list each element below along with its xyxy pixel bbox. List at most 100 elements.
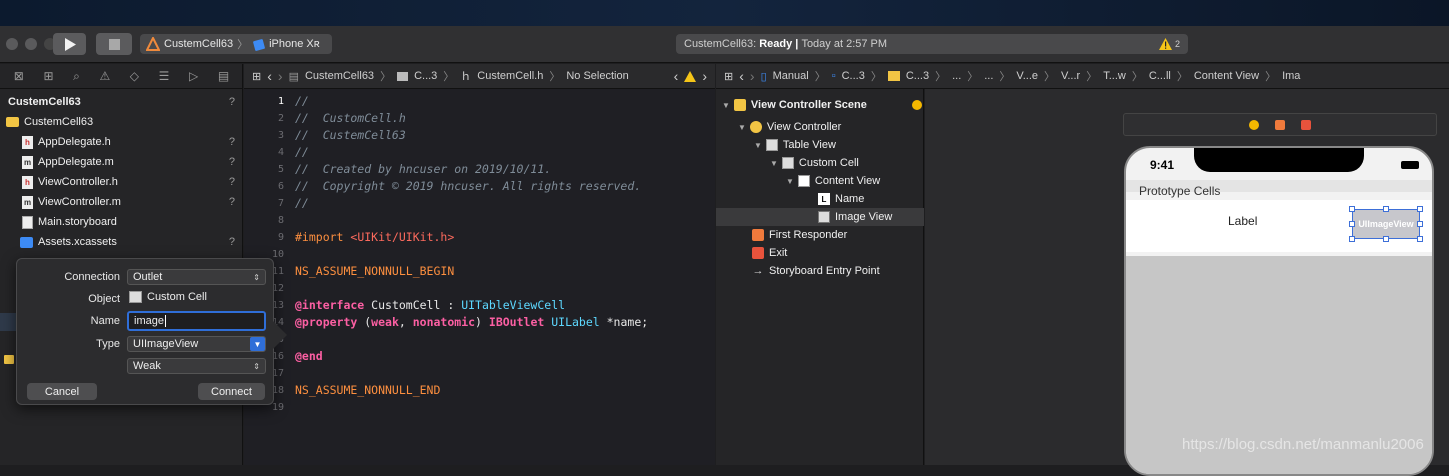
resize-handle[interactable] bbox=[1349, 236, 1355, 242]
jump-item[interactable]: V...r bbox=[1061, 70, 1080, 82]
navigator-file-row[interactable]: m ViewController.m ? bbox=[0, 192, 243, 212]
storage-select[interactable]: Weak ⇕ bbox=[127, 358, 266, 374]
resize-handle[interactable] bbox=[1349, 206, 1355, 212]
code-line[interactable]: // bbox=[295, 94, 309, 108]
close-window-button[interactable] bbox=[6, 38, 18, 50]
exit-dock-icon[interactable] bbox=[1301, 119, 1311, 130]
scheme-selector[interactable]: CustemCell63 〉 iPhone Xʀ bbox=[140, 34, 332, 54]
name-label[interactable]: Label bbox=[1228, 214, 1257, 228]
stop-button[interactable] bbox=[96, 33, 132, 55]
outline-scene-row[interactable]: ▼ View Controller Scene bbox=[722, 96, 922, 114]
keyword-token: @interface bbox=[295, 298, 365, 312]
jump-item[interactable]: ... bbox=[952, 70, 961, 82]
code-line[interactable]: // CustemCell63 bbox=[295, 128, 406, 142]
jump-item[interactable]: Content View bbox=[1194, 70, 1259, 82]
code-line[interactable]: // bbox=[295, 145, 309, 159]
jump-item[interactable]: Manual bbox=[773, 70, 809, 82]
outline-item[interactable]: ▼ Content View bbox=[786, 172, 880, 190]
breakpoint-icon[interactable]: ▷ bbox=[189, 69, 198, 83]
resize-handle[interactable] bbox=[1417, 221, 1423, 227]
related-items-icon[interactable]: ⊞ bbox=[724, 70, 733, 83]
run-button[interactable] bbox=[53, 33, 86, 55]
jump-item[interactable]: ... bbox=[984, 70, 993, 82]
code-line[interactable]: // CustomCell.h bbox=[295, 111, 406, 125]
outline-item[interactable]: Exit bbox=[752, 244, 787, 262]
line-number: 10 bbox=[271, 249, 284, 260]
navigator-file-row[interactable]: h ViewController.h ? bbox=[0, 172, 243, 192]
type-combobox[interactable]: UIImageView ▼ bbox=[127, 336, 266, 352]
name-input-value: image bbox=[134, 315, 164, 327]
jump-item[interactable]: No Selection bbox=[566, 70, 628, 82]
navigator-file-row[interactable]: m AppDelegate.m ? bbox=[0, 152, 243, 172]
resize-handle[interactable] bbox=[1417, 236, 1423, 242]
updown-arrows-icon: ⇕ bbox=[253, 361, 260, 371]
report-icon[interactable]: ▤ bbox=[218, 69, 229, 83]
forward-button[interactable]: › bbox=[750, 68, 755, 84]
code-line[interactable]: // bbox=[295, 196, 309, 210]
source-control-icon[interactable]: ⊞ bbox=[43, 69, 53, 83]
outline-item[interactable]: → Storyboard Entry Point bbox=[752, 262, 880, 280]
outline-item[interactable]: ▼ View Controller bbox=[738, 118, 841, 136]
image-view[interactable]: UIImageView bbox=[1352, 209, 1420, 239]
jump-item[interactable]: C...3 bbox=[414, 70, 437, 82]
minimize-window-button[interactable] bbox=[25, 38, 37, 50]
outline-item-selected[interactable]: Image View bbox=[818, 208, 892, 226]
folder-icon[interactable]: ⊠ bbox=[14, 69, 24, 83]
outline-item[interactable]: ▼ Table View bbox=[754, 136, 836, 154]
jump-item[interactable]: CustemCell63 bbox=[305, 70, 374, 82]
code-line[interactable]: // Copyright © 2019 hncuser. All rights … bbox=[295, 179, 641, 193]
navigator-file-row[interactable]: Main.storyboard bbox=[0, 212, 243, 232]
navigator-project-row[interactable]: CustemCell63 ? bbox=[0, 92, 243, 112]
resize-handle[interactable] bbox=[1383, 236, 1389, 242]
outline-item[interactable]: ▼ Custom Cell bbox=[770, 154, 859, 172]
next-issue-button[interactable]: › bbox=[702, 68, 707, 84]
chevron-right-icon: 〉 bbox=[967, 71, 979, 83]
chevron-down-icon[interactable]: ▼ bbox=[250, 337, 265, 351]
first-responder-dock-icon[interactable] bbox=[1275, 119, 1285, 130]
code-line[interactable]: NS_ASSUME_NONNULL_BEGIN bbox=[295, 264, 454, 278]
code-line[interactable]: @property (weak, nonatomic) IBOutlet UIL… bbox=[295, 315, 648, 329]
image-view-label: UIImageView bbox=[1358, 219, 1414, 229]
code-line[interactable]: @end bbox=[295, 349, 323, 363]
connection-select[interactable]: Outlet ⇕ bbox=[127, 269, 266, 285]
navigator-file-row[interactable]: h AppDelegate.h ? bbox=[0, 132, 243, 152]
cancel-button[interactable]: Cancel bbox=[27, 383, 97, 400]
code-line[interactable]: @interface CustomCell : UITableViewCell bbox=[295, 298, 565, 312]
back-button[interactable]: ‹ bbox=[267, 68, 272, 84]
jump-item[interactable]: T...w bbox=[1103, 70, 1126, 82]
code-line[interactable]: #import <UIKit/UIKit.h> bbox=[295, 230, 454, 244]
previous-issue-button[interactable]: ‹ bbox=[674, 68, 679, 84]
jump-item[interactable]: C...ll bbox=[1149, 70, 1171, 82]
outline-item[interactable]: First Responder bbox=[752, 226, 847, 244]
test-diamond-icon[interactable]: ◇ bbox=[130, 69, 139, 83]
debug-icon[interactable]: ☰ bbox=[159, 69, 170, 83]
forward-button[interactable]: › bbox=[278, 68, 283, 84]
outline-item[interactable]: L Name bbox=[818, 190, 864, 208]
issue-warning-icon[interactable]: ⚠ bbox=[99, 69, 110, 83]
resize-handle[interactable] bbox=[1417, 206, 1423, 212]
code-line[interactable]: // Created by hncuser on 2019/10/11. bbox=[295, 162, 551, 176]
jump-item[interactable]: C...3 bbox=[906, 70, 929, 82]
warnings-indicator[interactable]: 2 bbox=[1158, 38, 1180, 50]
navigator-group-row[interactable]: CustemCell63 bbox=[0, 112, 243, 132]
code-line[interactable]: NS_ASSUME_NONNULL_END bbox=[295, 383, 440, 397]
jump-item[interactable]: CustemCell.h bbox=[477, 70, 543, 82]
back-button[interactable]: ‹ bbox=[739, 68, 744, 84]
search-icon[interactable]: ⌕ bbox=[73, 69, 80, 84]
arrow-right-icon: → bbox=[752, 265, 764, 277]
play-icon bbox=[64, 37, 76, 51]
status-badge: ? bbox=[228, 136, 235, 148]
resize-handle[interactable] bbox=[1349, 221, 1355, 227]
name-input[interactable]: image bbox=[127, 311, 266, 331]
storage-value: Weak bbox=[133, 360, 161, 372]
jump-item[interactable]: Ima bbox=[1282, 70, 1300, 82]
navigator-file-row[interactable]: Assets.xcassets ? bbox=[0, 232, 243, 252]
navigator-file-label: Main.storyboard bbox=[38, 216, 117, 228]
jump-item[interactable]: C...3 bbox=[842, 70, 865, 82]
resize-handle[interactable] bbox=[1383, 206, 1389, 212]
connect-button[interactable]: Connect bbox=[198, 383, 265, 400]
disclosure-triangle-icon: ▼ bbox=[754, 140, 762, 150]
view-controller-dock-icon[interactable] bbox=[1249, 119, 1259, 130]
related-items-icon[interactable]: ⊞ bbox=[252, 70, 261, 83]
jump-item[interactable]: V...e bbox=[1016, 70, 1038, 82]
